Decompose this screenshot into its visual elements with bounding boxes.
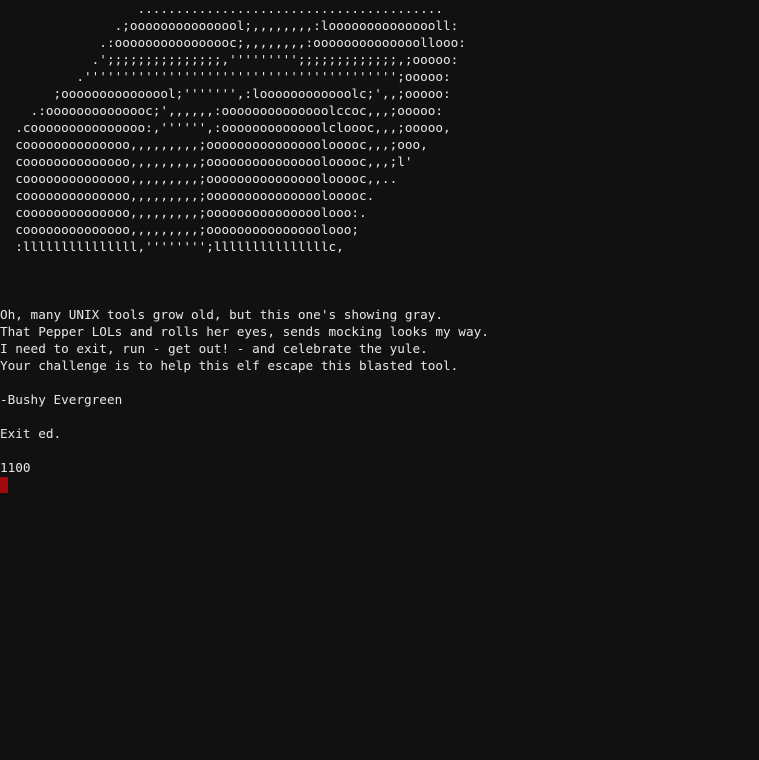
task-instruction: Exit ed. xyxy=(0,426,62,441)
ascii-art-line: .;ooooooooooooool;,,,,,,,,:loooooooooooo… xyxy=(0,18,459,33)
ascii-art-line: .:oooooooooooooc;',,,,,,:ooooooooooooool… xyxy=(0,103,444,118)
command-output: 1100 xyxy=(0,460,31,475)
ascii-art-line: coooooooooooooo,,,,,,,,,;ooooooooooooooo… xyxy=(0,137,428,152)
ascii-art-line: .'''''''''''''''''''''''''''''''''''''''… xyxy=(0,69,451,84)
ascii-art-banner: ........................................… xyxy=(0,0,466,255)
ascii-art-line: coooooooooooooo,,,,,,,,,;ooooooooooooooo… xyxy=(0,205,367,220)
ascii-art-line: coooooooooooooo,,,,,,,,,;ooooooooooooooo… xyxy=(0,154,413,169)
signature: -Bushy Evergreen xyxy=(0,392,123,407)
terminal-window[interactable]: ........................................… xyxy=(0,0,759,760)
poem-line-2: That Pepper LOLs and rolls her eyes, sen… xyxy=(0,324,489,339)
ascii-art-line: .cooooooooooooooo:,'''''',:ooooooooooooo… xyxy=(0,120,451,135)
poem-line-4: Your challenge is to help this elf escap… xyxy=(0,358,459,373)
ascii-art-line: coooooooooooooo,,,,,,,,,;ooooooooooooooo… xyxy=(0,188,375,203)
ascii-art-line: ;ooooooooooooool;''''''',:looooooooooool… xyxy=(0,86,451,101)
ascii-art-line: coooooooooooooo,,,,,,,,,;ooooooooooooooo… xyxy=(0,171,398,186)
poem-line-1: Oh, many UNIX tools grow old, but this o… xyxy=(0,307,444,322)
ascii-art-line: coooooooooooooo,,,,,,,,,;ooooooooooooooo… xyxy=(0,222,360,237)
ascii-art-line: :lllllllllllllll,'''''''';llllllllllllll… xyxy=(0,239,344,254)
ascii-art-line: ........................................ xyxy=(0,1,444,16)
poem-line-3: I need to exit, run - get out! - and cel… xyxy=(0,341,428,356)
terminal-cursor[interactable] xyxy=(0,477,8,493)
ascii-art-line: .';;;;;;;;;;;;;;;,''''''''';;;;;;;;;;;;;… xyxy=(0,52,459,67)
poem: Oh, many UNIX tools grow old, but this o… xyxy=(0,306,489,374)
ascii-art-line: .:oooooooooooooooc;,,,,,,,,:oooooooooooo… xyxy=(0,35,466,50)
